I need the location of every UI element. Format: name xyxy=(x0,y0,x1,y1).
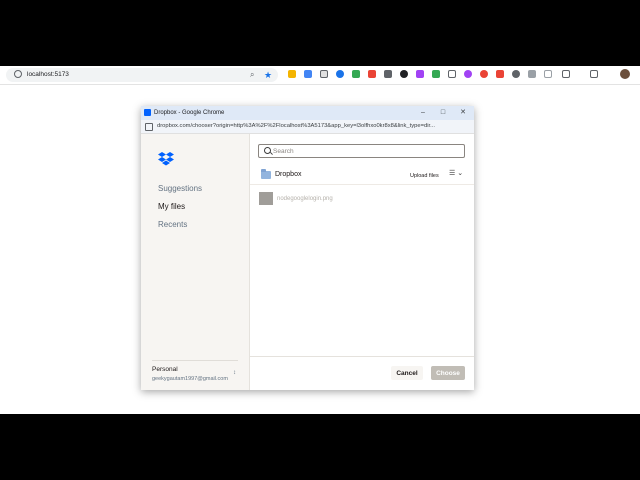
dropbox-chooser-popup: Dropbox - Google Chrome – □ ✕ dropbox.co… xyxy=(141,106,474,390)
extension-icon[interactable] xyxy=(512,70,520,78)
search-icon xyxy=(264,147,271,154)
extension-icon[interactable] xyxy=(288,70,296,78)
extension-icon[interactable] xyxy=(448,70,456,78)
popup-titlebar: Dropbox - Google Chrome – □ ✕ xyxy=(141,106,474,120)
account-chevron-icon[interactable]: ↕ xyxy=(233,370,236,376)
browser-toolbar: localhost:5173 ⌕ ★ xyxy=(0,66,640,85)
image-thumbnail-icon xyxy=(259,192,273,205)
close-icon[interactable]: ✕ xyxy=(453,106,473,120)
extension-icon[interactable] xyxy=(384,70,392,78)
address-bar[interactable]: localhost:5173 ⌕ ★ xyxy=(6,68,278,82)
sidebar-item-recents[interactable]: Recents xyxy=(158,220,187,230)
extension-icon[interactable] xyxy=(432,70,440,78)
extension-icon[interactable] xyxy=(368,70,376,78)
list-view-icon[interactable]: ☰ ⌄ xyxy=(449,169,463,179)
bookmark-star-icon[interactable]: ★ xyxy=(264,68,272,82)
file-name[interactable]: nodegooglelogin.png xyxy=(277,194,333,204)
header-divider xyxy=(250,184,474,185)
extensions-puzzle-icon[interactable] xyxy=(562,70,570,78)
extension-icon[interactable] xyxy=(352,70,360,78)
breadcrumb[interactable]: Dropbox xyxy=(275,170,301,180)
sidebar-item-my-files[interactable]: My files xyxy=(158,202,185,212)
extension-icon[interactable] xyxy=(320,70,328,78)
cancel-button[interactable]: Cancel xyxy=(391,366,423,380)
reading-list-icon[interactable] xyxy=(590,70,598,78)
maximize-icon[interactable]: □ xyxy=(433,106,453,120)
extension-icon[interactable] xyxy=(400,70,408,78)
upload-files-button[interactable]: Upload files xyxy=(410,172,439,180)
extension-icon[interactable] xyxy=(416,70,424,78)
search-input[interactable] xyxy=(273,145,458,157)
account-email[interactable]: geekygautam1997@gmail.com xyxy=(152,375,228,383)
extension-icon[interactable] xyxy=(464,70,472,78)
dropbox-favicon-icon xyxy=(144,109,151,116)
extension-icon[interactable] xyxy=(480,70,488,78)
sidebar-item-suggestions[interactable]: Suggestions xyxy=(158,184,202,194)
folder-icon xyxy=(261,169,271,179)
account-divider xyxy=(152,360,238,361)
minimize-icon[interactable]: – xyxy=(413,106,433,120)
extension-icon[interactable] xyxy=(304,70,312,78)
choose-button[interactable]: Choose xyxy=(431,366,465,380)
popup-url: dropbox.com/chooser?origin=http%3A%2F%2F… xyxy=(157,123,435,129)
popup-title: Dropbox - Google Chrome xyxy=(154,110,225,116)
extension-icon[interactable] xyxy=(544,70,552,78)
letterbox-bottom xyxy=(0,414,640,480)
letterbox-top xyxy=(0,0,640,66)
sidebar: Suggestions My files Recents Personal ge… xyxy=(141,134,250,390)
popup-url-bar: dropbox.com/chooser?origin=http%3A%2F%2F… xyxy=(141,120,474,134)
footer-divider xyxy=(250,356,474,357)
site-info-icon xyxy=(145,123,153,131)
zoom-icon[interactable]: ⌕ xyxy=(250,69,254,81)
profile-avatar[interactable] xyxy=(620,69,630,79)
extension-icon[interactable] xyxy=(336,70,344,78)
address-url[interactable]: localhost:5173 xyxy=(27,69,69,81)
extension-icon[interactable] xyxy=(496,70,504,78)
file-browser: Dropbox Upload files ☰ ⌄ nodegooglelogin… xyxy=(250,134,474,390)
site-info-icon[interactable] xyxy=(14,70,22,78)
dropbox-logo-icon xyxy=(158,152,174,166)
account-type[interactable]: Personal xyxy=(152,366,178,374)
search-box[interactable] xyxy=(258,144,465,158)
extension-icon[interactable] xyxy=(528,70,536,78)
